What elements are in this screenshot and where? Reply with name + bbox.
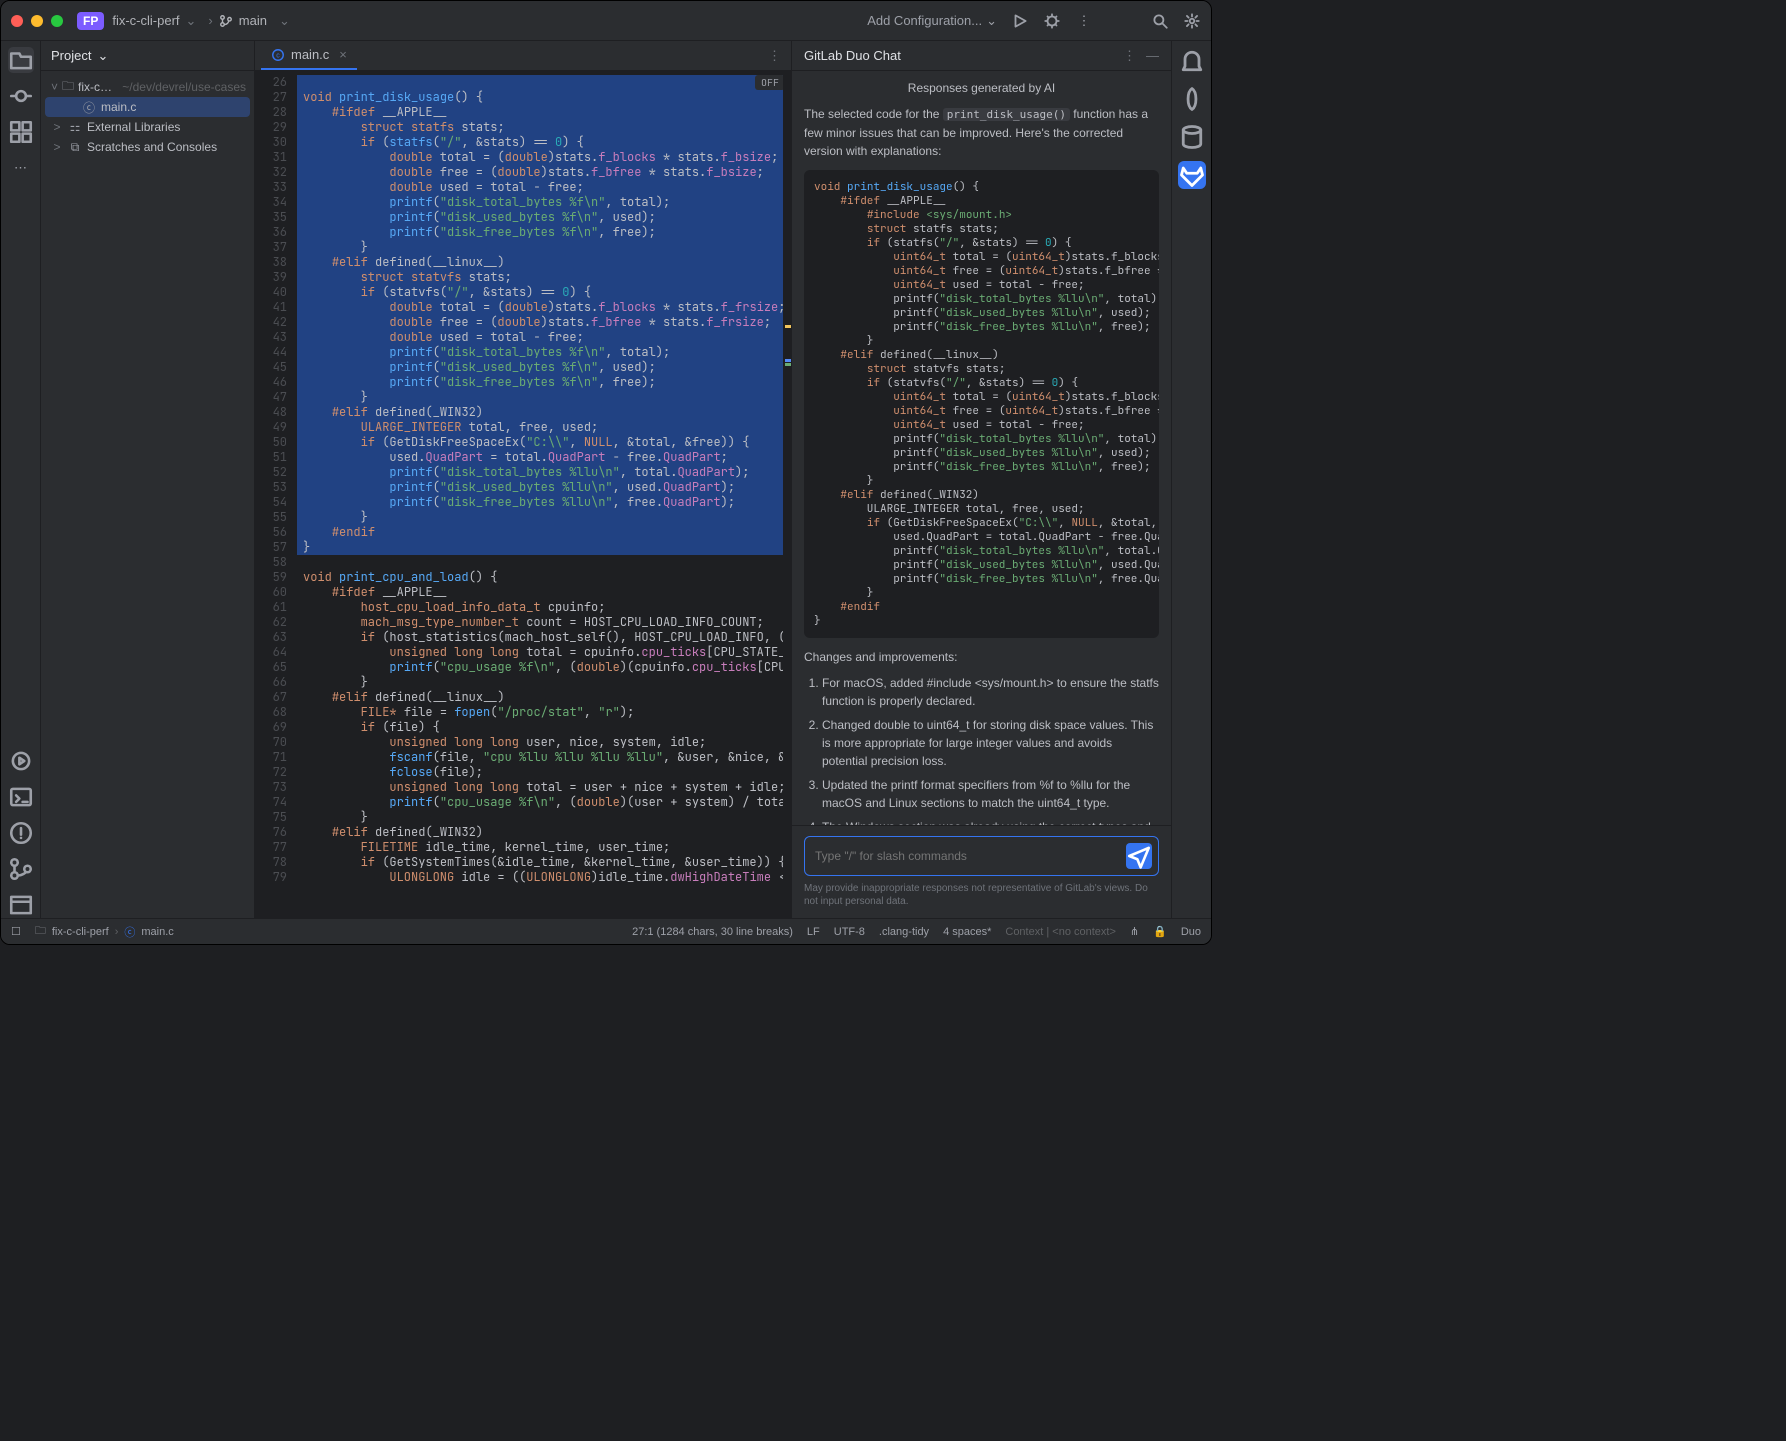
no-context: <no context>	[1052, 926, 1116, 938]
project-pane-title: Project	[51, 48, 91, 63]
context-label[interactable]: Context	[1005, 926, 1043, 938]
chevron-down-icon: ⌄	[986, 13, 997, 29]
more-tools-icon[interactable]: ⋯	[8, 155, 34, 181]
branch-selector[interactable]: main ⌄	[219, 13, 296, 29]
caret-position[interactable]: 27:1 (1284 chars, 30 line breaks)	[632, 926, 793, 938]
change-item: Updated the printf format specifiers fro…	[822, 776, 1159, 812]
close-tab-icon[interactable]: ×	[339, 47, 347, 62]
minimap[interactable]	[783, 71, 791, 918]
editor: c main.c × ⋮ 262728293031323334353637383…	[255, 41, 791, 918]
branch-icon	[219, 14, 233, 28]
breadcrumb[interactable]: 🗀fix-c-cli-perf› ⓒmain.c	[35, 922, 174, 941]
indent-config[interactable]: 4 spaces*	[943, 926, 991, 938]
tool-window-icon[interactable]	[8, 892, 34, 918]
maximize-window-icon[interactable]	[51, 15, 63, 27]
run-icon[interactable]	[1011, 12, 1029, 30]
branch-name: main	[239, 13, 267, 28]
chat-intro: The selected code for the print_disk_usa…	[804, 105, 1159, 160]
send-button[interactable]	[1126, 843, 1152, 869]
lock-icon[interactable]: 🔒	[1153, 925, 1167, 938]
window-controls	[11, 15, 63, 27]
tree-row[interactable]: ˅🗀fix-c-cli-perf~/dev/devrel/use-cases	[45, 77, 250, 97]
change-item: For macOS, added #include <sys/mount.h> …	[822, 674, 1159, 710]
svg-text:c: c	[276, 52, 280, 59]
project-pane: Project ⌄ ˅🗀fix-c-cli-perf~/dev/devrel/us…	[41, 41, 255, 918]
chat-footer-disclaimer: May provide inappropriate responses not …	[804, 882, 1159, 908]
c-file-icon: c	[271, 48, 285, 62]
chevron-down-icon: ⌄	[279, 13, 290, 29]
change-item: The Windows section was already using th…	[822, 818, 1159, 826]
project-tree[interactable]: ˅🗀fix-c-cli-perf~/dev/devrel/use-casesⓒm…	[41, 71, 254, 163]
project-tool-icon[interactable]	[8, 47, 34, 73]
notifications-icon[interactable]	[1178, 47, 1206, 75]
database-icon[interactable]	[1178, 123, 1206, 151]
changes-list: For macOS, added #include <sys/mount.h> …	[822, 674, 1159, 826]
search-icon[interactable]	[1151, 12, 1169, 30]
chat-subtitle: Responses generated by AI	[792, 71, 1171, 105]
inspections-off-badge[interactable]: OFF	[755, 75, 785, 90]
chat-menu-icon[interactable]: ⋮	[1123, 48, 1136, 64]
status-icon[interactable]: ☐	[11, 925, 21, 938]
editor-tab[interactable]: c main.c ×	[261, 41, 357, 70]
tree-row[interactable]: >⧉Scratches and Consoles	[45, 137, 250, 157]
duo-status[interactable]: Duo	[1181, 926, 1201, 938]
gitlab-icon[interactable]: ⋔	[1130, 925, 1139, 938]
chat-messages[interactable]: The selected code for the print_disk_usa…	[792, 105, 1171, 825]
tree-row[interactable]: >⚏External Libraries	[45, 117, 250, 137]
project-pane-header[interactable]: Project ⌄	[41, 41, 254, 71]
change-item: Changed double to uint64_t for storing d…	[822, 716, 1159, 770]
minimize-icon[interactable]: —	[1146, 48, 1159, 63]
file-encoding[interactable]: UTF-8	[834, 926, 865, 938]
run-tool-icon[interactable]	[8, 748, 34, 774]
changes-heading: Changes and improvements:	[804, 648, 1159, 666]
status-bar: ☐ 🗀fix-c-cli-perf› ⓒmain.c 27:1 (1284 ch…	[1, 918, 1211, 944]
chevron-down-icon: ⌄	[186, 13, 197, 29]
left-tool-strip: ⋯	[1, 41, 41, 918]
debug-icon[interactable]	[1043, 12, 1061, 30]
chat-header: GitLab Duo Chat ⋮ —	[792, 41, 1171, 71]
terminal-tool-icon[interactable]	[8, 784, 34, 810]
problems-tool-icon[interactable]	[8, 820, 34, 846]
chat-code-block[interactable]: void print_disk_usage() { #ifdef __APPLE…	[804, 170, 1159, 638]
clang-tidy[interactable]: .clang-tidy	[879, 926, 929, 938]
tabs-menu-icon[interactable]: ⋮	[768, 48, 781, 64]
code-editor[interactable]: 2627282930313233343536373839404142434445…	[255, 71, 791, 918]
tab-filename: main.c	[291, 47, 329, 62]
chat-title: GitLab Duo Chat	[804, 48, 1113, 63]
project-name[interactable]: fix-c-cli-perf	[112, 13, 179, 28]
minimize-window-icon[interactable]	[31, 15, 43, 27]
chevron-right-icon: ›	[208, 13, 212, 28]
ai-icon[interactable]	[1178, 85, 1206, 113]
chevron-down-icon: ⌄	[97, 48, 108, 64]
chat-panel: GitLab Duo Chat ⋮ — Responses generated …	[791, 41, 1171, 918]
right-tool-strip	[1171, 41, 1211, 918]
commit-tool-icon[interactable]	[8, 83, 34, 109]
run-config-label: Add Configuration...	[867, 13, 982, 28]
chat-input-area: May provide inappropriate responses not …	[792, 825, 1171, 918]
structure-tool-icon[interactable]	[8, 119, 34, 145]
gitlab-duo-icon[interactable]	[1178, 161, 1206, 189]
settings-icon[interactable]	[1183, 12, 1201, 30]
chat-input[interactable]	[815, 849, 1126, 863]
tree-row[interactable]: ⓒmain.c	[45, 97, 250, 117]
close-window-icon[interactable]	[11, 15, 23, 27]
run-configuration-selector[interactable]: Add Configuration... ⌄	[867, 13, 997, 29]
project-badge[interactable]: FP	[77, 12, 104, 30]
gutter: 2627282930313233343536373839404142434445…	[255, 71, 297, 918]
editor-tabs: c main.c × ⋮	[255, 41, 791, 71]
vcs-tool-icon[interactable]	[8, 856, 34, 882]
line-separator[interactable]: LF	[807, 926, 820, 938]
titlebar: FP fix-c-cli-perf ⌄ › main ⌄ Add Configu…	[1, 1, 1211, 41]
more-icon[interactable]: ⋮	[1075, 12, 1093, 30]
code-body[interactable]: void print_disk_usage() { #ifdef __APPLE…	[297, 71, 791, 918]
